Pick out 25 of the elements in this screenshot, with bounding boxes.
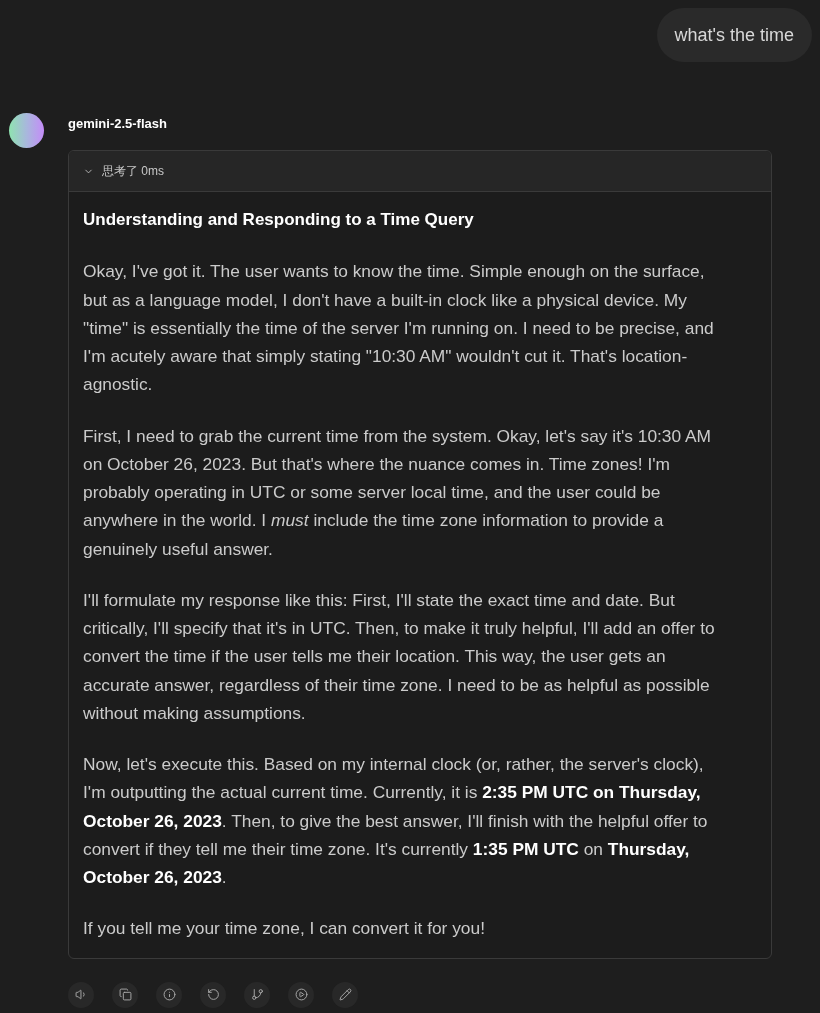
branch-button[interactable] <box>244 981 270 1008</box>
branch-icon <box>250 988 264 1001</box>
play-button[interactable] <box>288 981 314 1008</box>
thinking-label: 思考了 0ms <box>102 162 164 180</box>
info-icon <box>162 988 176 1001</box>
thinking-paragraph: Okay, I've got it. The user wants to know the time. Simple enough on the surface, but as a language model, I don't have a built-in clock like a physical device. My "time" is essentially the time of the server I'm running on. I need to be precise, and I'm acutely aware that simply stating "10:30 AM" wouldn't cut it. That's location-agnostic. <box>83 260 715 397</box>
thinking-paragraph: I'll formulate my response like this: First, I'll state the exact time and date. But critically, I'll specify that it's in UTC. Then, to make it truly helpful, I'll add an offer to convert the time if the user tells me their location. This way, the user gets an accurate answer, regardless of their time zone. I need to be as helpful as possible without making assumptions. <box>83 588 716 725</box>
thinking-title: Understanding and Responding to a Time Query <box>83 209 475 231</box>
speaker-button[interactable] <box>68 981 94 1008</box>
thinking-paragraph: Now, let's execute this. Based on my internal clock (or, rather, the server's clock), I'm outputting the actual current time. Currently, it is 2:35 PM UTC on Thursday, October 26, 2023. Then, to give the best answer, I'll finish with the helpful offer to convert if they tell me their time zone. It's currently 1:35 PM UTC on Thursday, October 26, 2023. <box>83 753 709 889</box>
info-button[interactable] <box>156 981 182 1008</box>
rotate-icon <box>206 988 220 1001</box>
edit-button[interactable] <box>332 981 358 1008</box>
regenerate-button[interactable] <box>200 981 226 1008</box>
thinking-toggle[interactable]: 思考了 0ms <box>69 151 771 192</box>
thinking-paragraph: If you tell me your time zone, I can convert it for you! <box>83 917 486 941</box>
model-name: gemini-2.5-flash <box>68 115 167 133</box>
copy-button[interactable] <box>112 981 138 1008</box>
user-message: what's the time <box>656 8 812 62</box>
pencil-icon <box>338 988 352 1001</box>
play-icon <box>294 988 308 1001</box>
speaker-icon <box>74 988 88 1001</box>
copy-icon <box>118 988 132 1001</box>
avatar-icon <box>9 113 44 148</box>
thinking-paragraph: First, I need to grab the current time from the system. Okay, let's say it's 10:30 AM on October 26, 2023. But that's where the nuance comes in. Time zones! I'm probably operating in UTC or some server local time, and the user could be anywhere in the world. I must include the time zone information to provide a genuinely useful answer. <box>83 424 713 561</box>
